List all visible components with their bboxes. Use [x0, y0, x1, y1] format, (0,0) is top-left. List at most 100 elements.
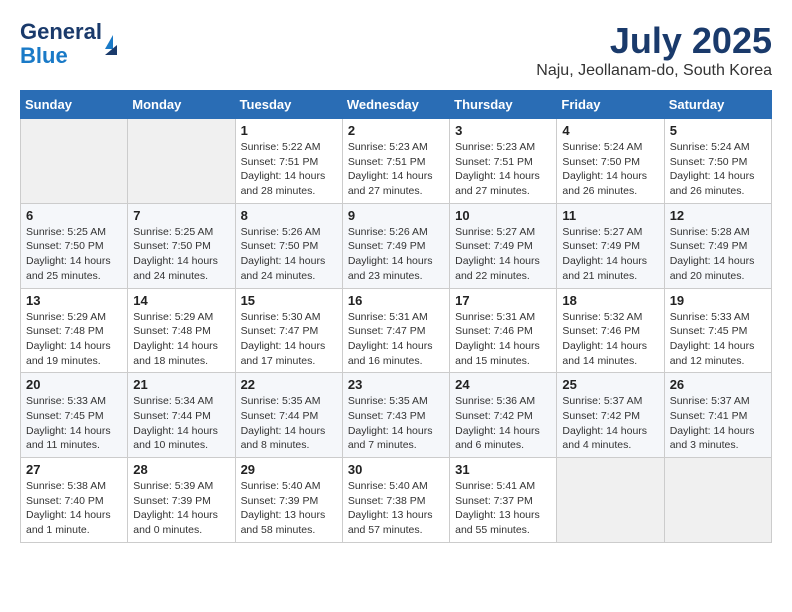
- calendar-cell: 6 Sunrise: 5:25 AMSunset: 7:50 PMDaylight…: [21, 203, 128, 288]
- cell-info: Sunrise: 5:38 AMSunset: 7:40 PMDaylight:…: [26, 479, 122, 538]
- cell-info: Sunrise: 5:27 AMSunset: 7:49 PMDaylight:…: [455, 225, 551, 284]
- calendar-cell: 9 Sunrise: 5:26 AMSunset: 7:49 PMDaylight…: [342, 203, 449, 288]
- day-number: 14: [133, 293, 229, 308]
- cell-info: Sunrise: 5:35 AMSunset: 7:43 PMDaylight:…: [348, 394, 444, 453]
- calendar-cell: 12 Sunrise: 5:28 AMSunset: 7:49 PMDayligh…: [664, 203, 771, 288]
- calendar-cell: 31 Sunrise: 5:41 AMSunset: 7:37 PMDayligh…: [450, 458, 557, 543]
- cell-info: Sunrise: 5:24 AMSunset: 7:50 PMDaylight:…: [670, 140, 766, 199]
- cell-info: Sunrise: 5:39 AMSunset: 7:39 PMDaylight:…: [133, 479, 229, 538]
- calendar-cell: 14 Sunrise: 5:29 AMSunset: 7:48 PMDayligh…: [128, 288, 235, 373]
- day-number: 13: [26, 293, 122, 308]
- day-header: Thursday: [450, 91, 557, 119]
- calendar-cell: 13 Sunrise: 5:29 AMSunset: 7:48 PMDayligh…: [21, 288, 128, 373]
- cell-info: Sunrise: 5:24 AMSunset: 7:50 PMDaylight:…: [562, 140, 658, 199]
- cell-info: Sunrise: 5:40 AMSunset: 7:39 PMDaylight:…: [241, 479, 337, 538]
- day-number: 12: [670, 208, 766, 223]
- day-number: 19: [670, 293, 766, 308]
- day-number: 26: [670, 377, 766, 392]
- day-number: 24: [455, 377, 551, 392]
- calendar-cell: 24Sunrise: 5:36 AMSunset: 7:42 PMDayligh…: [450, 373, 557, 458]
- cell-info: Sunrise: 5:29 AMSunset: 7:48 PMDaylight:…: [133, 310, 229, 369]
- calendar-cell: 1 Sunrise: 5:22 AMSunset: 7:51 PMDaylight…: [235, 119, 342, 204]
- cell-info: Sunrise: 5:31 AMSunset: 7:47 PMDaylight:…: [348, 310, 444, 369]
- cell-info: Sunrise: 5:34 AMSunset: 7:44 PMDaylight:…: [133, 394, 229, 453]
- day-number: 16: [348, 293, 444, 308]
- cell-info: Sunrise: 5:41 AMSunset: 7:37 PMDaylight:…: [455, 479, 551, 538]
- day-number: 6: [26, 208, 122, 223]
- calendar-cell: 21 Sunrise: 5:34 AMSunset: 7:44 PMDayligh…: [128, 373, 235, 458]
- cell-info: Sunrise: 5:40 AMSunset: 7:38 PMDaylight:…: [348, 479, 444, 538]
- calendar-cell: 11Sunrise: 5:27 AMSunset: 7:49 PMDayligh…: [557, 203, 664, 288]
- cell-info: Sunrise: 5:26 AMSunset: 7:50 PMDaylight:…: [241, 225, 337, 284]
- cell-info: Sunrise: 5:31 AMSunset: 7:46 PMDaylight:…: [455, 310, 551, 369]
- cell-info: Sunrise: 5:25 AMSunset: 7:50 PMDaylight:…: [26, 225, 122, 284]
- cell-info: Sunrise: 5:22 AMSunset: 7:51 PMDaylight:…: [241, 140, 337, 199]
- cell-info: Sunrise: 5:35 AMSunset: 7:44 PMDaylight:…: [241, 394, 337, 453]
- cell-info: Sunrise: 5:32 AMSunset: 7:46 PMDaylight:…: [562, 310, 658, 369]
- day-number: 7: [133, 208, 229, 223]
- cell-info: Sunrise: 5:26 AMSunset: 7:49 PMDaylight:…: [348, 225, 444, 284]
- calendar-cell: 4 Sunrise: 5:24 AMSunset: 7:50 PMDaylight…: [557, 119, 664, 204]
- cell-info: Sunrise: 5:37 AMSunset: 7:41 PMDaylight:…: [670, 394, 766, 453]
- day-number: 29: [241, 462, 337, 477]
- day-number: 25: [562, 377, 658, 392]
- page-title: July 2025: [536, 20, 772, 62]
- calendar-cell: 26 Sunrise: 5:37 AMSunset: 7:41 PMDayligh…: [664, 373, 771, 458]
- calendar-cell: 18Sunrise: 5:32 AMSunset: 7:46 PMDayligh…: [557, 288, 664, 373]
- day-number: 4: [562, 123, 658, 138]
- calendar-cell: 8 Sunrise: 5:26 AMSunset: 7:50 PMDaylight…: [235, 203, 342, 288]
- calendar-cell: 2Sunrise: 5:23 AMSunset: 7:51 PMDaylight…: [342, 119, 449, 204]
- calendar-cell: 15Sunrise: 5:30 AMSunset: 7:47 PMDayligh…: [235, 288, 342, 373]
- day-number: 28: [133, 462, 229, 477]
- cell-info: Sunrise: 5:37 AMSunset: 7:42 PMDaylight:…: [562, 394, 658, 453]
- day-number: 10: [455, 208, 551, 223]
- calendar-week: 1 Sunrise: 5:22 AMSunset: 7:51 PMDaylight…: [21, 119, 772, 204]
- calendar-cell: [664, 458, 771, 543]
- calendar-cell: 28 Sunrise: 5:39 AMSunset: 7:39 PMDayligh…: [128, 458, 235, 543]
- day-number: 27: [26, 462, 122, 477]
- day-number: 15: [241, 293, 337, 308]
- day-number: 8: [241, 208, 337, 223]
- calendar-cell: 23 Sunrise: 5:35 AMSunset: 7:43 PMDayligh…: [342, 373, 449, 458]
- day-header: Monday: [128, 91, 235, 119]
- calendar-cell: [557, 458, 664, 543]
- calendar-week: 13 Sunrise: 5:29 AMSunset: 7:48 PMDayligh…: [21, 288, 772, 373]
- page-header: GeneralBlue July 2025 Naju, Jeollanam-do…: [20, 20, 772, 80]
- logo: GeneralBlue: [20, 20, 117, 68]
- day-number: 11: [562, 208, 658, 223]
- calendar-cell: 16 Sunrise: 5:31 AMSunset: 7:47 PMDayligh…: [342, 288, 449, 373]
- calendar-week: 20 Sunrise: 5:33 AMSunset: 7:45 PMDayligh…: [21, 373, 772, 458]
- calendar-cell: 25 Sunrise: 5:37 AMSunset: 7:42 PMDayligh…: [557, 373, 664, 458]
- calendar-cell: [21, 119, 128, 204]
- day-number: 1: [241, 123, 337, 138]
- cell-info: Sunrise: 5:23 AMSunset: 7:51 PMDaylight:…: [455, 140, 551, 199]
- day-number: 23: [348, 377, 444, 392]
- calendar-table: SundayMondayTuesdayWednesdayThursdayFrid…: [20, 90, 772, 543]
- day-number: 3: [455, 123, 551, 138]
- cell-info: Sunrise: 5:28 AMSunset: 7:49 PMDaylight:…: [670, 225, 766, 284]
- cell-info: Sunrise: 5:33 AMSunset: 7:45 PMDaylight:…: [670, 310, 766, 369]
- title-area: July 2025 Naju, Jeollanam-do, South Kore…: [536, 20, 772, 80]
- cell-info: Sunrise: 5:33 AMSunset: 7:45 PMDaylight:…: [26, 394, 122, 453]
- day-number: 31: [455, 462, 551, 477]
- calendar-cell: 10 Sunrise: 5:27 AMSunset: 7:49 PMDayligh…: [450, 203, 557, 288]
- page-subtitle: Naju, Jeollanam-do, South Korea: [536, 62, 772, 80]
- cell-info: Sunrise: 5:23 AMSunset: 7:51 PMDaylight:…: [348, 140, 444, 199]
- calendar-cell: 29 Sunrise: 5:40 AMSunset: 7:39 PMDayligh…: [235, 458, 342, 543]
- calendar-cell: 5 Sunrise: 5:24 AMSunset: 7:50 PMDaylight…: [664, 119, 771, 204]
- day-number: 17: [455, 293, 551, 308]
- cell-info: Sunrise: 5:29 AMSunset: 7:48 PMDaylight:…: [26, 310, 122, 369]
- day-header: Wednesday: [342, 91, 449, 119]
- logo-text: GeneralBlue: [20, 20, 102, 68]
- calendar-week: 27 Sunrise: 5:38 AMSunset: 7:40 PMDayligh…: [21, 458, 772, 543]
- day-number: 5: [670, 123, 766, 138]
- calendar-cell: 20 Sunrise: 5:33 AMSunset: 7:45 PMDayligh…: [21, 373, 128, 458]
- day-number: 9: [348, 208, 444, 223]
- day-header: Sunday: [21, 91, 128, 119]
- calendar-cell: 22Sunrise: 5:35 AMSunset: 7:44 PMDayligh…: [235, 373, 342, 458]
- calendar-cell: [128, 119, 235, 204]
- day-number: 20: [26, 377, 122, 392]
- calendar-week: 6 Sunrise: 5:25 AMSunset: 7:50 PMDaylight…: [21, 203, 772, 288]
- day-header: Friday: [557, 91, 664, 119]
- day-number: 21: [133, 377, 229, 392]
